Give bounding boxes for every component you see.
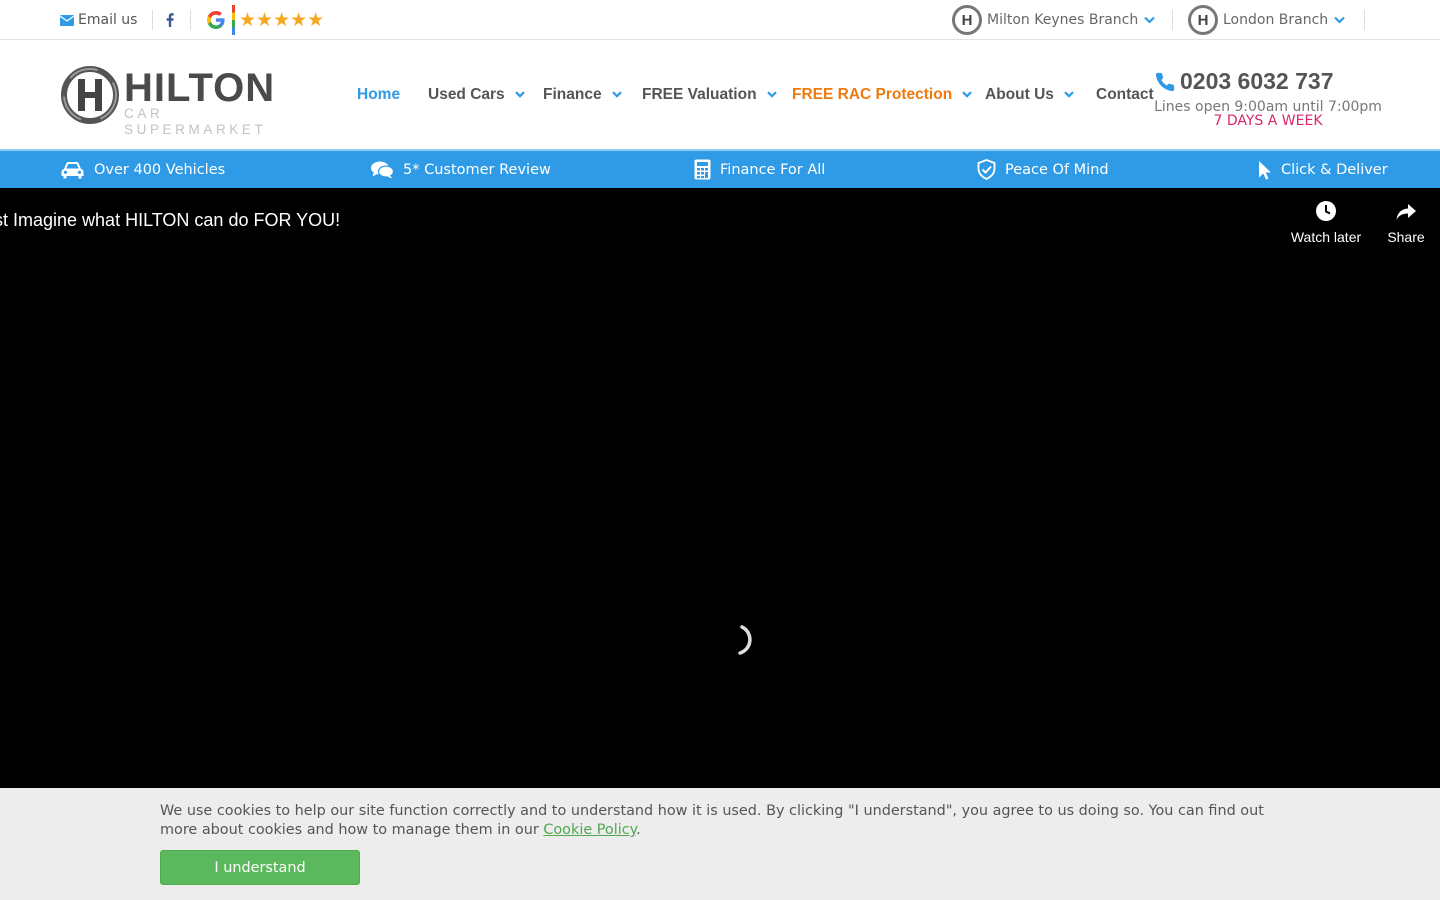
i-understand-button[interactable]: I understand: [160, 850, 360, 885]
rating-stars: ★★★★★: [239, 9, 325, 31]
nav-label: Used Cars: [428, 85, 505, 103]
feature-vehicles[interactable]: Over 400 Vehicles: [60, 151, 225, 188]
chevron-down-icon: [611, 91, 622, 98]
share-label: Share: [1387, 229, 1425, 245]
shield-check-icon: [977, 159, 996, 180]
facebook-link[interactable]: [166, 0, 174, 40]
cookie-policy-link[interactable]: Cookie Policy: [543, 822, 636, 838]
logo-subtitle: CAR SUPERMARKET: [124, 106, 267, 137]
watch-later-button[interactable]: Watch later: [1288, 200, 1364, 245]
video-player[interactable]: ust Imagine what HILTON can do FOR YOU! …: [0, 188, 1440, 788]
cookie-consent-bar: We use cookies to help our site function…: [0, 788, 1440, 900]
video-title[interactable]: ust Imagine what HILTON can do FOR YOU!: [0, 210, 340, 231]
nav-label: About Us: [985, 85, 1054, 103]
nav-label: FREE Valuation: [642, 85, 757, 103]
nav-label: Contact: [1096, 85, 1154, 103]
divider: [1172, 10, 1173, 30]
divider: [190, 10, 191, 30]
google-color-bar: [232, 5, 235, 35]
hilton-h-icon: H: [1188, 5, 1218, 35]
facebook-icon: [166, 13, 174, 27]
nav-used-cars[interactable]: Used Cars: [428, 40, 525, 149]
google-g-icon: [207, 11, 225, 29]
feature-reviews[interactable]: 5* Customer Review: [371, 151, 551, 188]
feature-peace-of-mind[interactable]: Peace Of Mind: [977, 151, 1109, 188]
divider: [152, 10, 153, 30]
feature-finance[interactable]: Finance For All: [694, 151, 825, 188]
cookie-text: We use cookies to help our site function…: [160, 803, 1264, 838]
comments-icon: [371, 161, 394, 178]
nav-free-valuation[interactable]: FREE Valuation: [642, 40, 777, 149]
phone-number-link[interactable]: 0203 6032 737: [1154, 68, 1334, 95]
feature-label: Finance For All: [720, 161, 826, 178]
top-utility-bar: Email us ★★★★★ H Milton Keynes Branch H …: [0, 0, 1440, 40]
share-button[interactable]: Share: [1382, 200, 1430, 245]
chevron-down-icon: [514, 91, 525, 98]
nav-about-us[interactable]: About Us: [985, 40, 1074, 149]
envelope-icon: [60, 14, 74, 26]
site-header: HILTON CAR SUPERMARKET Home Used Cars Fi…: [0, 40, 1440, 149]
nav-free-rac-protection[interactable]: FREE RAC Protection: [792, 40, 972, 149]
cookie-period: .: [636, 822, 641, 838]
feature-label: 5* Customer Review: [403, 161, 551, 178]
email-link[interactable]: Email us: [60, 0, 137, 40]
clock-icon: [1316, 201, 1336, 221]
phone-icon: [1155, 72, 1175, 91]
hilton-h-icon: H: [952, 5, 982, 35]
feature-strip: Over 400 Vehicles 5* Customer Review Fin…: [0, 149, 1440, 188]
cookie-message: We use cookies to help our site function…: [160, 802, 1290, 840]
logo-title: HILTON: [124, 66, 276, 110]
google-reviews-link[interactable]: ★★★★★: [206, 0, 324, 40]
branch-milton-keynes[interactable]: H Milton Keynes Branch: [952, 0, 1156, 40]
nav-home[interactable]: Home: [357, 40, 400, 149]
chevron-down-icon: [1064, 91, 1074, 98]
share-arrow-icon: [1396, 204, 1416, 220]
branch-label: Milton Keynes Branch: [987, 12, 1139, 28]
calculator-icon: [694, 159, 711, 180]
nav-label: Finance: [543, 85, 602, 103]
branch-label: London Branch: [1223, 12, 1329, 28]
feature-click-deliver[interactable]: Click & Deliver: [1258, 151, 1388, 188]
chevron-down-icon: [766, 91, 777, 98]
watch-later-label: Watch later: [1290, 229, 1362, 245]
days-open: 7 DAYS A WEEK: [1213, 113, 1323, 129]
branch-london[interactable]: H London Branch: [1188, 0, 1345, 40]
chevron-down-icon: [1334, 16, 1345, 24]
loading-spinner-icon: [738, 625, 752, 655]
feature-label: Over 400 Vehicles: [94, 161, 226, 178]
nav-label: Home: [357, 85, 401, 103]
feature-label: Peace Of Mind: [1005, 161, 1109, 178]
nav-contact[interactable]: Contact: [1096, 40, 1154, 149]
cursor-icon: [1259, 160, 1271, 179]
car-icon: [61, 161, 84, 178]
nav-label: FREE RAC Protection: [792, 85, 953, 103]
chevron-down-icon: [962, 91, 972, 98]
hilton-emblem-icon: [61, 66, 119, 124]
feature-label: Click & Deliver: [1281, 161, 1388, 178]
email-label: Email us: [78, 12, 138, 28]
phone-number: 0203 6032 737: [1180, 68, 1334, 94]
chevron-down-icon: [1144, 16, 1156, 24]
nav-finance[interactable]: Finance: [543, 40, 622, 149]
hilton-logo[interactable]: HILTON CAR SUPERMARKET: [60, 64, 310, 137]
divider: [1364, 10, 1365, 30]
